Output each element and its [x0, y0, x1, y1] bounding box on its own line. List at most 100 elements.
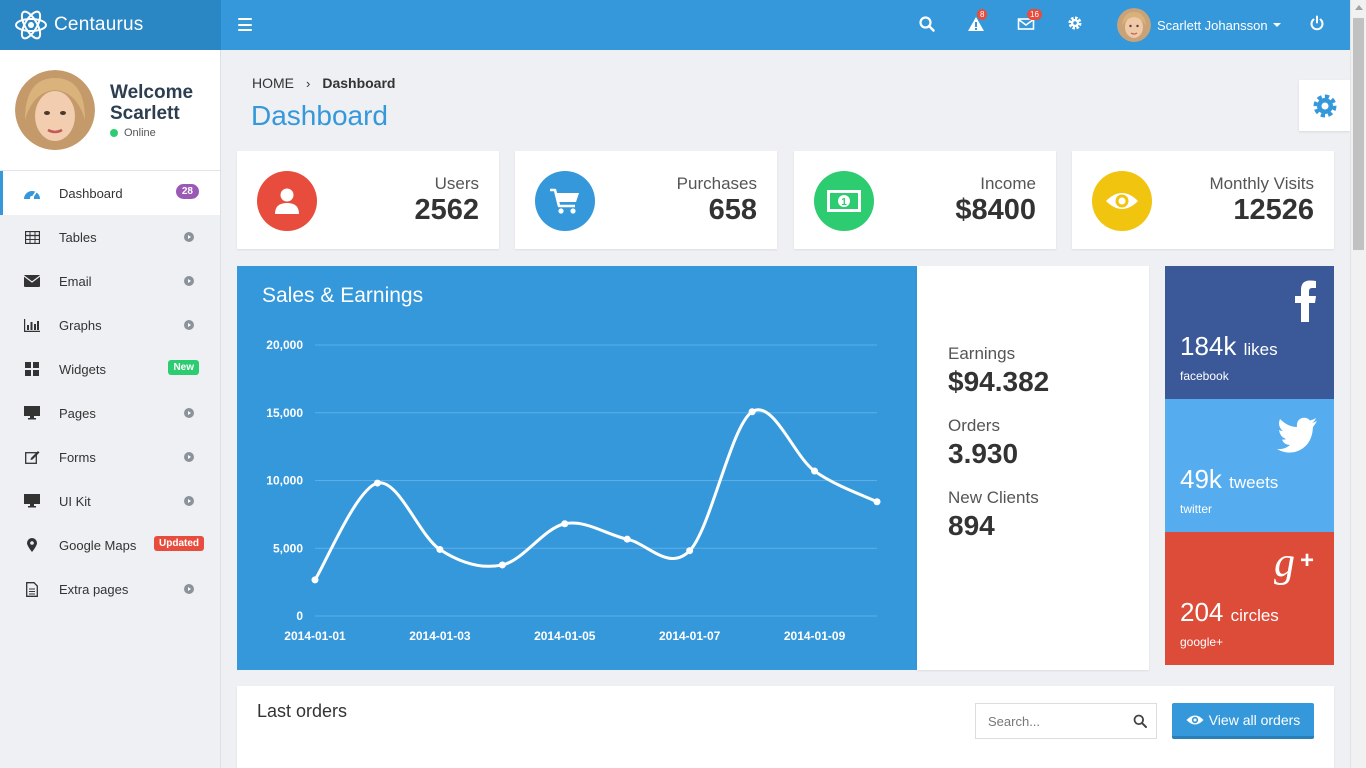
- desktop-icon: [23, 492, 41, 510]
- stat-value: 658: [708, 194, 757, 226]
- gear-icon: [1313, 94, 1336, 117]
- chevron-right-icon: [184, 584, 194, 594]
- twitter-count: 49k: [1180, 464, 1222, 494]
- search-icon[interactable]: [1133, 714, 1147, 728]
- brand[interactable]: Centaurus: [0, 0, 221, 50]
- brand-name: Centaurus: [54, 14, 144, 35]
- facebook-unit: likes: [1243, 340, 1278, 359]
- google-label: google+: [1180, 635, 1224, 649]
- breadcrumb-current: Dashboard: [322, 75, 396, 91]
- sidebar-item-label: Extra pages: [59, 581, 129, 597]
- chevron-right-icon: [184, 408, 194, 418]
- page-scrollbar[interactable]: [1350, 0, 1366, 768]
- gear-icon[interactable]: [1067, 15, 1087, 35]
- settings-button[interactable]: [1299, 80, 1350, 131]
- scrollbar-thumb[interactable]: [1353, 18, 1364, 250]
- google-count: 204: [1180, 597, 1224, 627]
- avatar: [1117, 8, 1151, 42]
- stat-income: 1 Income $8400: [794, 151, 1056, 249]
- sidebar-item-extra-pages[interactable]: Extra pages: [0, 567, 220, 611]
- google-plus-tile[interactable]: g + 204 circles google+: [1165, 532, 1334, 665]
- sidebar-item-ui-kit[interactable]: UI Kit: [0, 479, 220, 523]
- twitter-label: twitter: [1180, 502, 1213, 516]
- chart-data-point: [686, 547, 694, 555]
- sales-chart-panel: Sales & Earnings 0 5,000 10,000 15,000 20,00…: [237, 266, 917, 670]
- chart-y-tick-label: 20,000: [266, 338, 303, 352]
- bar-chart-icon: [23, 316, 41, 334]
- status-text: Online: [124, 126, 156, 139]
- sidebar-item-label: Google Maps: [59, 537, 137, 553]
- chart-x-tick-label: 2014-01-01: [284, 629, 346, 643]
- new-badge: New: [168, 360, 199, 375]
- widgets-icon: [23, 360, 41, 378]
- svg-text:1: 1: [841, 197, 847, 208]
- profile-avatar: [15, 70, 95, 150]
- twitter-unit: tweets: [1229, 473, 1279, 492]
- top-navbar: Centaurus 8 16 Scarlett Johansson: [0, 0, 1350, 50]
- chart-x-tick-label: 2014-01-05: [534, 629, 596, 643]
- stat-purchases: Purchases 658: [515, 151, 777, 249]
- orders-label: Orders: [948, 416, 1000, 435]
- chevron-right-icon: [184, 496, 194, 506]
- messages-badge: 16: [1027, 9, 1042, 20]
- chart-y-tick-label: 0: [296, 609, 303, 623]
- breadcrumb-home[interactable]: HOME: [252, 75, 294, 91]
- online-dot-icon: [110, 128, 118, 137]
- breadcrumb-separator: ›: [306, 75, 311, 91]
- twitter-tile[interactable]: 49k tweets twitter: [1165, 399, 1334, 532]
- orders-value: 3.930: [948, 438, 1019, 469]
- new-clients-label: New Clients: [948, 488, 1039, 507]
- chart-data-point: [311, 576, 319, 584]
- facebook-tile[interactable]: 184k likes facebook: [1165, 266, 1334, 399]
- stat-monthly-visits: Monthly Visits 12526: [1072, 151, 1334, 249]
- stat-value: 2562: [414, 194, 479, 226]
- facebook-icon: [1295, 280, 1316, 322]
- stat-label: Users: [434, 174, 479, 193]
- svg-text:g: g: [1274, 542, 1295, 586]
- chevron-right-icon: [184, 232, 194, 242]
- last-orders-panel: Last orders View all orders: [237, 686, 1334, 768]
- user-menu[interactable]: Scarlett Johansson: [1117, 8, 1281, 42]
- stat-value: $8400: [955, 194, 1036, 226]
- chart-x-tick-label: 2014-01-03: [409, 629, 471, 643]
- sidebar-item-google-maps[interactable]: Google Maps Updated: [0, 523, 220, 567]
- power-icon[interactable]: [1309, 15, 1329, 35]
- google-unit: circles: [1230, 606, 1279, 625]
- sidebar-item-tables[interactable]: Tables: [0, 215, 220, 259]
- chart-data-point: [498, 561, 506, 569]
- orders-search: [975, 703, 1157, 739]
- updated-badge: Updated: [154, 536, 204, 551]
- envelope-icon: [23, 272, 41, 290]
- sidebar-item-pages[interactable]: Pages: [0, 391, 220, 435]
- search-icon[interactable]: [918, 15, 938, 35]
- new-clients-value: 894: [948, 510, 995, 541]
- chevron-down-icon: [1272, 23, 1281, 27]
- sidebar-item-forms[interactable]: Forms: [0, 435, 220, 479]
- alerts-badge: 8: [977, 9, 988, 20]
- chart-data-point: [561, 520, 569, 528]
- map-marker-icon: [23, 536, 41, 554]
- view-all-orders-button[interactable]: View all orders: [1172, 703, 1314, 739]
- svg-text:+: +: [1300, 547, 1314, 574]
- sidebar-item-email[interactable]: Email: [0, 259, 220, 303]
- sidebar-item-dashboard[interactable]: Dashboard 28: [0, 171, 220, 215]
- sidebar-item-widgets[interactable]: Widgets New: [0, 347, 220, 391]
- profile-name: Scarlett: [110, 102, 180, 124]
- scroll-up-arrow-icon[interactable]: [1355, 5, 1363, 10]
- stat-value: 12526: [1233, 194, 1314, 226]
- earnings-label: Earnings: [948, 344, 1016, 363]
- chart-data-point: [436, 545, 444, 553]
- file-icon: [23, 580, 41, 598]
- twitter-icon: [1277, 417, 1317, 453]
- facebook-label: facebook: [1180, 369, 1229, 383]
- edit-icon: [23, 448, 41, 466]
- facebook-count: 184k: [1180, 331, 1237, 361]
- profile-card: Welcome Scarlett Online: [0, 50, 220, 171]
- alert-icon[interactable]: 8: [967, 9, 988, 35]
- sidebar-item-graphs[interactable]: Graphs: [0, 303, 220, 347]
- search-input[interactable]: [976, 704, 1126, 738]
- money-icon: 1: [814, 171, 874, 231]
- envelope-icon[interactable]: 16: [1017, 9, 1042, 35]
- menu-toggle-icon[interactable]: [238, 18, 252, 31]
- chevron-right-icon: [184, 320, 194, 330]
